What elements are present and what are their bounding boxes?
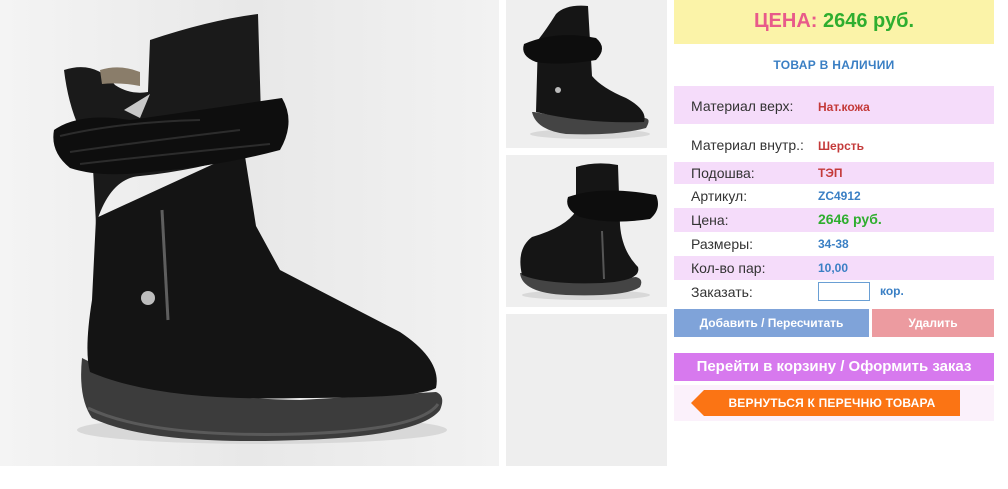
back-to-list-button[interactable]: ВЕРНУТЬСЯ К ПЕРЕЧНЮ ТОВАРА — [691, 390, 960, 416]
price-banner: ЦЕНА: 2646 руб. — [674, 0, 994, 44]
order-quantity-input[interactable] — [818, 282, 870, 301]
spec-key: Кол-во пар: — [691, 260, 766, 276]
spec-key: Материал внутр.: — [691, 137, 804, 153]
spec-value: ТЭП — [818, 166, 843, 180]
spec-value: 2646 руб. — [818, 211, 882, 227]
spec-key: Артикул: — [691, 188, 748, 204]
price-banner-label: ЦЕНА: — [753, 10, 818, 32]
spec-key: Размеры: — [691, 236, 754, 252]
spec-row-sizes: Размеры: 34-38 — [674, 232, 994, 256]
product-page: ЦЕНА: 2646 руб. ТОВАР В НАЛИЧИИ Материал… — [0, 0, 1008, 489]
add-recalculate-button[interactable]: Добавить / Пересчитать — [674, 309, 869, 337]
stock-status: ТОВАР В НАЛИЧИИ — [773, 58, 895, 72]
spec-row-upper-material: Материал верх: Нат.кожа — [674, 86, 994, 124]
spec-key: Подошва: — [691, 165, 755, 181]
thumbnail-2[interactable] — [506, 155, 667, 307]
go-to-cart-button[interactable]: Перейти в корзину / Оформить заказ — [674, 353, 994, 381]
delete-button[interactable]: Удалить — [872, 309, 994, 337]
order-unit: кор. — [880, 284, 904, 298]
spec-value: 10,00 — [818, 261, 849, 275]
boot-thumbnail-image — [520, 163, 658, 300]
spec-row-inner-material: Материал внутр.: Шерсть — [674, 124, 994, 162]
spec-row-pairs: Кол-во пар: 10,00 — [674, 256, 994, 280]
order-label: Заказать: — [691, 284, 753, 300]
spec-value: 34-38 — [818, 237, 849, 251]
back-button-container: ВЕРНУТЬСЯ К ПЕРЕЧНЮ ТОВАРА — [674, 385, 994, 421]
boot-image — [53, 14, 447, 444]
order-row: Заказать: кор. — [674, 280, 994, 304]
main-product-photo[interactable] — [0, 0, 499, 466]
spec-value: Нат.кожа — [818, 100, 870, 114]
spec-value: ZC4912 — [818, 189, 861, 203]
spec-value: Шерсть — [818, 139, 864, 153]
spec-row-price: Цена: 2646 руб. — [674, 208, 994, 232]
price-banner-value: 2646 руб. — [823, 10, 915, 32]
spec-row-sole: Подошва: ТЭП — [674, 162, 994, 184]
boot-thumbnail-image — [523, 5, 650, 139]
thumbnail-3[interactable] — [506, 314, 667, 466]
spec-key: Материал верх: — [691, 98, 794, 114]
product-specs: Материал верх: Нат.кожа Материал внутр.:… — [674, 86, 994, 304]
thumbnail-1[interactable] — [506, 0, 667, 148]
spec-key: Цена: — [691, 212, 729, 228]
spec-row-article: Артикул: ZC4912 — [674, 184, 994, 208]
